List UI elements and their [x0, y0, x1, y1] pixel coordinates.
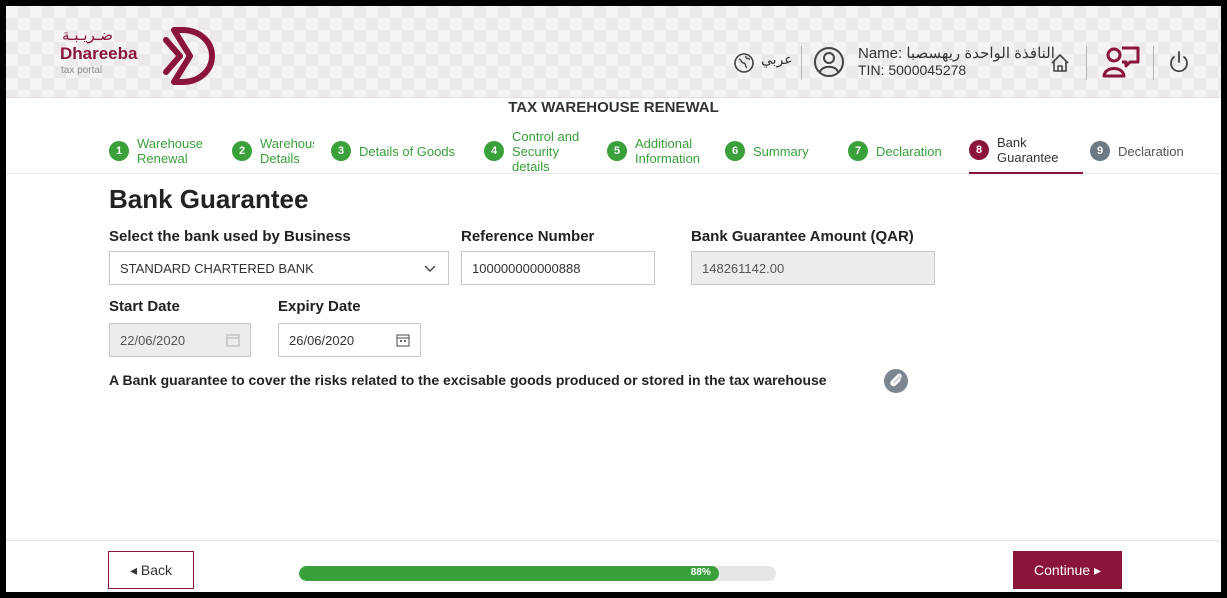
step-details-of-goods[interactable]: 3 Details of Goods — [331, 128, 455, 174]
back-button[interactable]: ◂ Back — [108, 551, 194, 589]
step-label: Details of Goods — [359, 143, 456, 159]
contact-users-icon[interactable] — [1102, 44, 1142, 80]
step-warehouse-details[interactable]: 2 Warehous Details — [232, 128, 314, 174]
guarantee-note: A Bank guarantee to cover the risks rela… — [109, 372, 827, 388]
user-icon — [814, 47, 844, 77]
continue-button[interactable]: Continue ▸ — [1013, 551, 1122, 589]
expiry-date-field[interactable]: 26/06/2020 — [278, 323, 421, 357]
step-number: 5 — [607, 141, 627, 161]
section-heading: Bank Guarantee — [109, 184, 309, 214]
step-number: 4 — [484, 141, 504, 161]
step-label: Declaration — [876, 143, 942, 159]
user-tin: TIN: 5000045278 — [858, 62, 967, 78]
step-declaration[interactable]: 7 Declaration — [848, 128, 942, 174]
step-warehouse-renewal[interactable]: 1 Warehouse Renewal — [109, 128, 203, 174]
page-title: TAX WAREHOUSE RENEWAL — [508, 99, 719, 116]
dhareeba-logo[interactable]: ضـريـبـة Dhareeba tax portal — [56, 26, 226, 86]
step-final-declaration[interactable]: 9 Declaration — [1090, 128, 1184, 174]
home-icon[interactable] — [1049, 52, 1071, 74]
reference-input[interactable]: 100000000000888 — [461, 251, 655, 285]
amount-field: 148261142.00 — [691, 251, 935, 285]
step-label: Additional Information — [635, 136, 701, 166]
start-date-field: 22/06/2020 — [109, 323, 251, 357]
step-number: 6 — [725, 141, 745, 161]
step-label: Declaration — [1118, 143, 1184, 159]
step-control-and-security[interactable]: 4 Control and Security details — [484, 128, 579, 174]
step-number: 3 — [331, 141, 351, 161]
attachment-button[interactable] — [884, 369, 908, 393]
reference-label: Reference Number — [461, 228, 595, 245]
chevron-down-icon — [424, 265, 436, 272]
step-number: 2 — [232, 141, 252, 161]
bank-select[interactable]: STANDARD CHARTERED BANK — [109, 251, 449, 285]
user-name: Name: النافذة الواحدة ريهسصبا — [858, 45, 1055, 62]
step-label: Control and Security details — [512, 128, 580, 174]
step-bank-guarantee[interactable]: 8 Bank Guarantee — [969, 128, 1083, 174]
expiry-date-value: 26/06/2020 — [289, 332, 355, 348]
header-divider — [1086, 46, 1087, 80]
header: ضـريـبـة Dhareeba tax portal عربي Name: … — [6, 6, 1221, 98]
step-label: Warehous Details — [260, 136, 314, 166]
language-switch[interactable]: عربي — [761, 52, 793, 68]
step-summary[interactable]: 6 Summary — [725, 128, 809, 174]
calendar-icon — [226, 334, 240, 347]
paperclip-icon — [890, 373, 902, 387]
step-number: 8 — [969, 140, 989, 160]
header-divider — [801, 46, 802, 80]
globe-icon[interactable] — [733, 52, 755, 74]
expiry-date-label: Expiry Date — [278, 298, 361, 315]
logo-name: Dhareeba — [60, 44, 138, 63]
calendar-icon[interactable] — [396, 333, 410, 347]
step-label: Bank Guarantee — [997, 135, 1059, 165]
progress-bar: 88% — [299, 566, 776, 581]
start-date-value: 22/06/2020 — [120, 332, 186, 348]
power-icon[interactable] — [1168, 50, 1190, 74]
bank-label: Select the bank used by Business — [109, 228, 351, 245]
app-window: ضـريـبـة Dhareeba tax portal عربي Name: … — [6, 6, 1221, 592]
bank-select-value: STANDARD CHARTERED BANK — [120, 260, 314, 276]
step-number: 9 — [1090, 141, 1110, 161]
step-number: 1 — [109, 141, 129, 161]
step-label: Summary — [753, 143, 809, 159]
progress-fill: 88% — [299, 566, 719, 581]
step-additional-information[interactable]: 5 Additional Information — [607, 128, 700, 174]
step-number: 7 — [848, 141, 868, 161]
amount-label: Bank Guarantee Amount (QAR) — [691, 228, 914, 245]
logo-arabic-text: ضـريـبـة — [62, 26, 113, 44]
start-date-label: Start Date — [109, 298, 180, 315]
footer-divider — [6, 540, 1221, 541]
step-label: Warehouse Renewal — [137, 136, 203, 166]
reference-value: 100000000000888 — [472, 260, 581, 276]
amount-value: 148261142.00 — [702, 260, 785, 276]
dhareeba-mark-icon — [163, 27, 215, 85]
header-divider — [1153, 46, 1154, 80]
logo-subtitle: tax portal — [61, 65, 103, 76]
progress-text: 88% — [690, 567, 711, 578]
